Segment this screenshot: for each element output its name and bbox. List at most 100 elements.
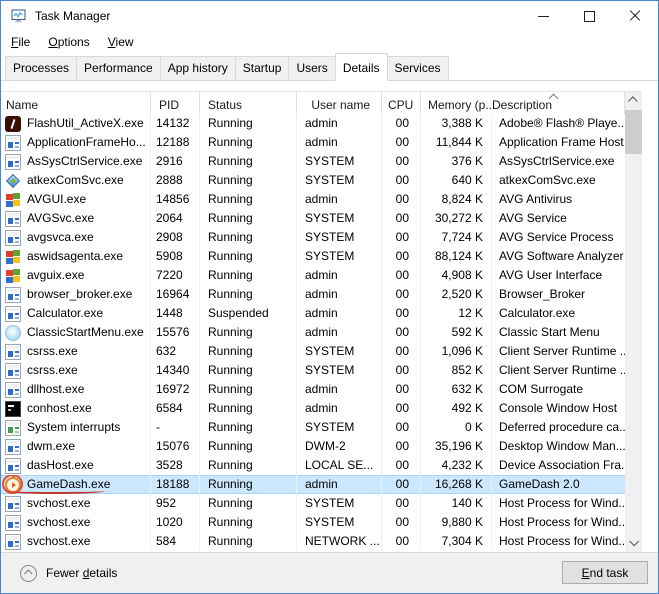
- process-row[interactable]: AVGUI.exe 14856 Running admin 00 8,824 K…: [1, 190, 642, 209]
- sysint-icon: [5, 420, 21, 436]
- process-row[interactable]: AVGSvc.exe 2064 Running SYSTEM 00 30,272…: [1, 209, 642, 228]
- name-cell: avgsvca.exe: [1, 228, 151, 247]
- process-row[interactable]: svchost.exe 1020 Running SYSTEM 00 9,880…: [1, 513, 642, 532]
- process-row[interactable]: browser_broker.exe 16964 Running admin 0…: [1, 285, 642, 304]
- name-cell: System interrupts: [1, 418, 151, 437]
- description-cell: Device Association Fra...: [492, 456, 625, 475]
- tab[interactable]: Details: [335, 53, 388, 81]
- window-icon: [5, 306, 21, 322]
- window-icon: [5, 154, 21, 170]
- scroll-up-icon: [628, 96, 638, 106]
- window-controls: [520, 1, 658, 31]
- description-cell: Desktop Window Man...: [492, 437, 625, 456]
- avg-icon: [5, 249, 21, 265]
- process-row[interactable]: AsSysCtrlService.exe 2916 Running SYSTEM…: [1, 152, 642, 171]
- menu-item[interactable]: View: [99, 33, 143, 51]
- end-task-button[interactable]: End task: [562, 561, 648, 584]
- process-name: avguix.exe: [27, 266, 84, 285]
- process-name: csrss.exe: [27, 361, 78, 380]
- scroll-up-button[interactable]: [625, 92, 642, 109]
- user-name-cell: LOCAL SE...: [297, 456, 382, 475]
- table-body: FlashUtil_ActiveX.exe 14132 Running admi…: [1, 114, 642, 551]
- memory-cell: 140 K: [421, 494, 492, 513]
- memory-cell: 4,232 K: [421, 456, 492, 475]
- tab[interactable]: Performance: [76, 56, 161, 81]
- tab[interactable]: Users: [288, 56, 335, 81]
- pid-cell: 12188: [151, 133, 200, 152]
- process-row[interactable]: aswidsagenta.exe 5908 Running SYSTEM 00 …: [1, 247, 642, 266]
- flash-icon: [5, 116, 21, 132]
- vertical-scrollbar[interactable]: [625, 92, 642, 552]
- column-header[interactable]: PID: [151, 92, 200, 114]
- column-header[interactable]: Status: [200, 92, 297, 114]
- tab[interactable]: Startup: [235, 56, 290, 81]
- user-name-cell: admin: [297, 475, 382, 494]
- process-name: csrss.exe: [27, 342, 78, 361]
- pid-cell: 15076: [151, 437, 200, 456]
- memory-cell: 8,824 K: [421, 190, 492, 209]
- column-header[interactable]: Name: [1, 92, 151, 114]
- process-row[interactable]: avguix.exe 7220 Running admin 00 4,908 K…: [1, 266, 642, 285]
- process-row[interactable]: conhost.exe 6584 Running admin 00 492 K …: [1, 399, 642, 418]
- description-cell: Host Process for Wind...: [492, 494, 625, 513]
- name-cell: FlashUtil_ActiveX.exe: [1, 114, 151, 133]
- tab[interactable]: App history: [160, 56, 236, 81]
- avg-icon: [5, 192, 21, 208]
- process-row[interactable]: ApplicationFrameHo... 12188 Running admi…: [1, 133, 642, 152]
- title-bar[interactable]: Task Manager: [1, 1, 658, 31]
- fewer-details-toggle[interactable]: Fewer details: [20, 565, 117, 582]
- process-row[interactable]: csrss.exe 14340 Running SYSTEM 00 852 K …: [1, 361, 642, 380]
- maximize-button[interactable]: [566, 1, 612, 31]
- process-row[interactable]: FlashUtil_ActiveX.exe 14132 Running admi…: [1, 114, 642, 133]
- name-cell: AVGSvc.exe: [1, 209, 151, 228]
- process-row[interactable]: avgsvca.exe 2908 Running SYSTEM 00 7,724…: [1, 228, 642, 247]
- process-row[interactable]: dasHost.exe 3528 Running LOCAL SE... 00 …: [1, 456, 642, 475]
- process-row[interactable]: ClassicStartMenu.exe 15576 Running admin…: [1, 323, 642, 342]
- process-row[interactable]: dllhost.exe 16972 Running admin 00 632 K…: [1, 380, 642, 399]
- column-header[interactable]: Description: [492, 92, 625, 114]
- name-cell: aswidsagenta.exe: [1, 247, 151, 266]
- description-cell: Host Process for Wind...: [492, 532, 625, 551]
- cpu-cell: 00: [382, 361, 421, 380]
- description-cell: Adobe® Flash® Playe...: [492, 114, 625, 133]
- minimize-button[interactable]: [520, 1, 566, 31]
- scrollbar-thumb[interactable]: [625, 110, 642, 154]
- menu-item[interactable]: File: [2, 33, 39, 51]
- pid-cell: 1020: [151, 513, 200, 532]
- name-cell: browser_broker.exe: [1, 285, 151, 304]
- memory-cell: 492 K: [421, 399, 492, 418]
- description-cell: AVG Service: [492, 209, 625, 228]
- column-header[interactable]: CPU: [382, 92, 421, 114]
- process-name: svchost.exe: [27, 532, 90, 551]
- column-header[interactable]: Memory (p...: [421, 92, 492, 114]
- pid-cell: 952: [151, 494, 200, 513]
- user-name-cell: admin: [297, 304, 382, 323]
- scroll-down-button[interactable]: [625, 535, 642, 552]
- process-row[interactable]: GameDash.exe 18188 Running admin 00 16,2…: [1, 475, 642, 494]
- description-cell: AsSysCtrlService.exe: [492, 152, 625, 171]
- status-cell: Running: [200, 532, 297, 551]
- process-row[interactable]: dwm.exe 15076 Running DWM-2 00 35,196 K …: [1, 437, 642, 456]
- process-table: Name PID Status User name CPU Memory (p.…: [1, 91, 642, 552]
- name-cell: ApplicationFrameHo...: [1, 133, 151, 152]
- column-header[interactable]: User name: [297, 92, 382, 114]
- table-header-row: Name PID Status User name CPU Memory (p.…: [1, 92, 642, 114]
- process-row[interactable]: svchost.exe 952 Running SYSTEM 00 140 K …: [1, 494, 642, 513]
- process-row[interactable]: svchost.exe 584 Running NETWORK ... 00 7…: [1, 532, 642, 551]
- memory-cell: 376 K: [421, 152, 492, 171]
- menu-item[interactable]: Options: [39, 33, 98, 51]
- close-button[interactable]: [612, 1, 658, 31]
- process-row[interactable]: atkexComSvc.exe 2888 Running SYSTEM 00 6…: [1, 171, 642, 190]
- cpu-cell: 00: [382, 380, 421, 399]
- process-row[interactable]: System interrupts - Running SYSTEM 00 0 …: [1, 418, 642, 437]
- memory-cell: 11,844 K: [421, 133, 492, 152]
- cpu-cell: 00: [382, 513, 421, 532]
- pid-cell: 15576: [151, 323, 200, 342]
- pid-cell: -: [151, 418, 200, 437]
- tab[interactable]: Processes: [5, 56, 77, 81]
- close-icon: [629, 10, 641, 22]
- process-name: conhost.exe: [27, 399, 92, 418]
- process-row[interactable]: csrss.exe 632 Running SYSTEM 00 1,096 K …: [1, 342, 642, 361]
- tab[interactable]: Services: [387, 56, 449, 81]
- process-row[interactable]: Calculator.exe 1448 Suspended admin 00 1…: [1, 304, 642, 323]
